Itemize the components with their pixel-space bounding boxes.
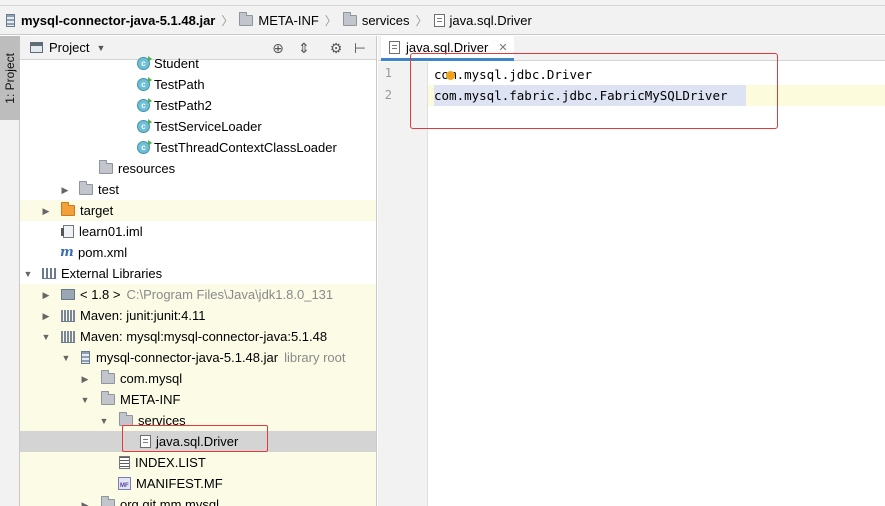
- editor-tab-java-sql-driver[interactable]: java.sql.Driver ✕: [381, 36, 514, 61]
- library-icon: [61, 330, 75, 343]
- code-line-2[interactable]: com.mysql.fabric.jdbc.FabricMySQLDriver: [434, 85, 728, 106]
- file-icon: [389, 40, 400, 54]
- folder-icon: [342, 11, 357, 26]
- project-tool-window-tab[interactable]: 1: Project: [0, 36, 20, 120]
- chevron-down-icon[interactable]: ▼: [41, 332, 51, 342]
- project-panel: Project ▼ ⊕ ⇕ ⚙ ⊢ c Student c TestPath c…: [20, 36, 377, 506]
- chevron-right-icon[interactable]: ▶: [41, 290, 51, 300]
- line-number: 1: [384, 66, 392, 80]
- folder-icon: [61, 202, 75, 216]
- library-icon: [61, 309, 75, 322]
- project-icon: [30, 42, 43, 53]
- maven-icon: m: [60, 245, 74, 260]
- tree-item-learn01-iml[interactable]: learn01.iml: [20, 221, 376, 242]
- tree-item-services[interactable]: ▼ services: [20, 410, 376, 431]
- line-number: 2: [384, 88, 392, 102]
- chevron-down-icon[interactable]: ▼: [80, 395, 90, 405]
- class-icon: c: [137, 140, 152, 154]
- tree-item-manifest-mf[interactable]: MF MANIFEST.MF: [20, 473, 376, 494]
- chevron-down-icon[interactable]: ▼: [61, 353, 71, 363]
- iml-file-icon: [61, 225, 74, 238]
- tool-window-strip: 1: Project: [0, 36, 20, 506]
- chevron-right-icon: 〉: [221, 13, 234, 28]
- editor-panel: java.sql.Driver ✕ 1 2 com.mysql.jdbc.Dri…: [378, 36, 885, 506]
- breadcrumb: mysql-connector-java-5.1.48.jar 〉 META-I…: [0, 6, 885, 35]
- chevron-right-icon[interactable]: ▶: [80, 374, 90, 384]
- breadcrumb-item-meta-inf[interactable]: META-INF: [239, 11, 319, 28]
- jar-icon: [6, 13, 15, 27]
- chevron-right-icon: 〉: [415, 13, 428, 28]
- chevron-right-icon[interactable]: ▶: [80, 500, 90, 506]
- folder-icon: [119, 412, 133, 426]
- tree-item-testthreadcontextclassloader[interactable]: c TestThreadContextClassLoader: [20, 137, 376, 158]
- tree-item-maven-mysql-connector[interactable]: ▼ Maven: mysql:mysql-connector-java:5.1.…: [20, 326, 376, 347]
- tree-item-jdk[interactable]: ▶ < 1.8 > C:\Program Files\Java\jdk1.8.0…: [20, 284, 376, 305]
- chevron-down-icon[interactable]: ▼: [96, 43, 105, 53]
- tree-item-external-libraries[interactable]: ▼ External Libraries: [20, 263, 376, 284]
- tree-item-maven-junit[interactable]: ▶ Maven: junit:junit:4.11: [20, 305, 376, 326]
- class-icon: c: [137, 56, 152, 70]
- library-icon: [42, 268, 56, 279]
- chevron-down-icon[interactable]: ▼: [23, 269, 33, 279]
- line-number-gutter: 1 2: [378, 62, 428, 506]
- tree-item-com-mysql[interactable]: ▶ com.mysql: [20, 368, 376, 389]
- tree-item-org-gjt-mm-mysql[interactable]: ▶ org.gjt.mm.mysql: [20, 494, 376, 506]
- class-icon: c: [137, 98, 152, 112]
- tree-item-java-sql-driver[interactable]: java.sql.Driver: [20, 431, 376, 452]
- tree-item-target[interactable]: ▶ target: [20, 200, 376, 221]
- tree-item-pom-xml[interactable]: m pom.xml: [20, 242, 376, 263]
- tree-item-index-list[interactable]: INDEX.LIST: [20, 452, 376, 473]
- tree-item-student[interactable]: c Student: [20, 53, 376, 74]
- tree-item-testpath[interactable]: c TestPath: [20, 74, 376, 95]
- intention-bulb-icon[interactable]: [446, 71, 455, 80]
- close-icon[interactable]: ✕: [498, 41, 507, 54]
- jdk-icon: [61, 289, 75, 300]
- jar-icon: [81, 351, 90, 364]
- file-icon: [433, 13, 445, 27]
- class-icon: c: [137, 119, 152, 133]
- class-icon: c: [137, 77, 152, 91]
- manifest-icon: MF: [118, 477, 131, 490]
- folder-icon: [239, 11, 254, 26]
- tree-item-connector-jar[interactable]: ▼ mysql-connector-java-5.1.48.jar librar…: [20, 347, 376, 368]
- chevron-right-icon[interactable]: ▶: [60, 185, 70, 195]
- folder-icon: [79, 181, 93, 195]
- file-icon: [140, 435, 151, 448]
- tree-item-resources[interactable]: resources: [20, 158, 376, 179]
- chevron-right-icon: 〉: [324, 13, 337, 28]
- chevron-down-icon[interactable]: ▼: [99, 416, 109, 426]
- editor-tab-bar: java.sql.Driver ✕: [378, 36, 885, 61]
- folder-icon: [99, 160, 113, 174]
- folder-icon: [101, 391, 115, 405]
- tree-item-testserviceloader[interactable]: c TestServiceLoader: [20, 116, 376, 137]
- list-file-icon: [119, 456, 130, 469]
- tree-item-meta-inf[interactable]: ▼ META-INF: [20, 389, 376, 410]
- tree-item-testpath2[interactable]: c TestPath2: [20, 95, 376, 116]
- package-icon: [101, 370, 115, 384]
- package-icon: [101, 496, 115, 506]
- tree-item-test[interactable]: ▶ test: [20, 179, 376, 200]
- code-line-1[interactable]: com.mysql.jdbc.Driver: [434, 64, 592, 85]
- chevron-right-icon[interactable]: ▶: [41, 206, 51, 216]
- breadcrumb-item-jar[interactable]: mysql-connector-java-5.1.48.jar: [6, 13, 215, 28]
- chevron-right-icon[interactable]: ▶: [41, 311, 51, 321]
- breadcrumb-item-driver-file[interactable]: java.sql.Driver: [433, 13, 532, 28]
- breadcrumb-item-services[interactable]: services: [342, 11, 410, 28]
